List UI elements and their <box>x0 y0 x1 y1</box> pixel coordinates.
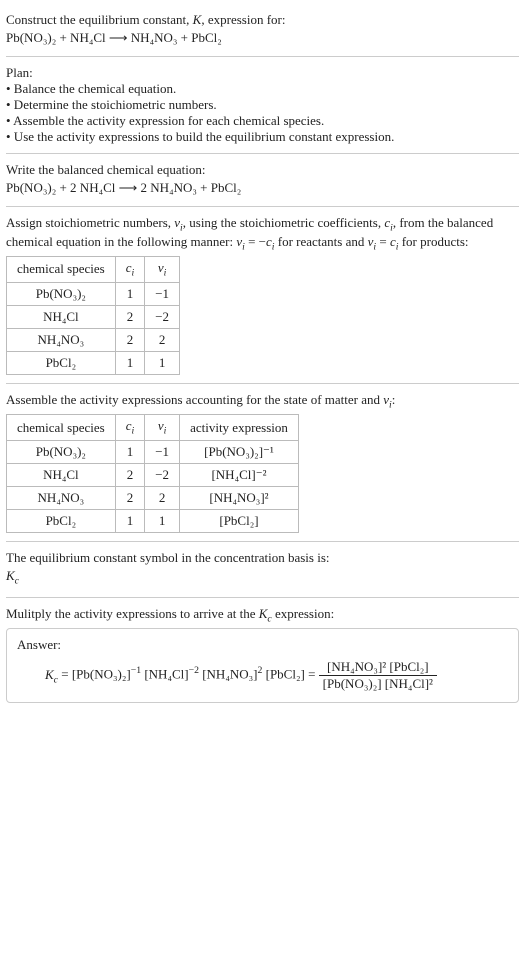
intro-section: Construct the equilibrium constant, K, e… <box>6 4 519 54</box>
cell-vi: −2 <box>145 305 180 328</box>
activity-section: Assemble the activity expressions accoun… <box>6 386 519 539</box>
table-row: Pb(NO₃)₂1−1 <box>7 282 180 305</box>
cell-vi: −1 <box>145 440 180 463</box>
cell-vi: 1 <box>145 509 180 532</box>
cell-ci: 2 <box>115 305 145 328</box>
plan-section: Plan: • Balance the chemical equation. •… <box>6 59 519 151</box>
cell-species: NH₄Cl <box>7 463 116 486</box>
cell-species: PbCl₂ <box>7 351 116 374</box>
cell-species: Pb(NO₃)₂ <box>7 440 116 463</box>
cell-vi: 2 <box>145 328 180 351</box>
col-activity: activity expression <box>180 415 299 441</box>
cell-vi: 1 <box>145 351 180 374</box>
cell-vi: 2 <box>145 486 180 509</box>
fraction-numerator: [NH₄NO₃]² [PbCl₂] <box>319 659 437 676</box>
table-row: NH₄NO₃22[NH₄NO₃]² <box>7 486 299 509</box>
cell-species: NH₄Cl <box>7 305 116 328</box>
activity-table: chemical species ci νi activity expressi… <box>6 414 299 533</box>
col-vi: νi <box>145 415 180 441</box>
col-ci: ci <box>115 415 145 441</box>
table-header-row: chemical species ci νi <box>7 257 180 283</box>
cell-ci: 2 <box>115 328 145 351</box>
plan-bullet: • Balance the chemical equation. <box>6 81 519 97</box>
kc-symbol-section: The equilibrium constant symbol in the c… <box>6 544 519 595</box>
multiply-text: Mulitply the activity expressions to arr… <box>6 606 519 625</box>
kc-symbol-text: The equilibrium constant symbol in the c… <box>6 550 519 566</box>
cell-vi: −2 <box>145 463 180 486</box>
plan-bullet: • Determine the stoichiometric numbers. <box>6 97 519 113</box>
plan-bullet: • Assemble the activity expression for e… <box>6 113 519 129</box>
kc-symbol: Kc <box>6 568 519 587</box>
answer-fraction: [NH₄NO₃]² [PbCl₂] [Pb(NO₃)₂] [NH₄Cl]² <box>319 659 437 692</box>
table-row: NH₄NO₃22 <box>7 328 180 351</box>
answer-expression: Kc = [Pb(NO₃)₂]−1 [NH₄Cl]−2 [NH₄NO₃]2 [P… <box>17 659 508 692</box>
cell-ci: 1 <box>115 351 145 374</box>
plan-heading: Plan: <box>6 65 519 81</box>
multiply-section: Mulitply the activity expressions to arr… <box>6 600 519 710</box>
intro-equation: Pb(NO₃)₂ + NH₄Cl ⟶ NH₄NO₃ + PbCl₂ <box>6 30 519 46</box>
stoich-text: Assign stoichiometric numbers, νi, using… <box>6 215 519 252</box>
cell-vi: −1 <box>145 282 180 305</box>
activity-text: Assemble the activity expressions accoun… <box>6 392 519 411</box>
table-row: PbCl₂11[PbCl₂] <box>7 509 299 532</box>
cell-activity: [NH₄Cl]⁻² <box>180 463 299 486</box>
cell-species: PbCl₂ <box>7 509 116 532</box>
col-vi: νi <box>145 257 180 283</box>
cell-ci: 1 <box>115 509 145 532</box>
table-row: Pb(NO₃)₂1−1[Pb(NO₃)₂]⁻¹ <box>7 440 299 463</box>
plan-bullet: • Use the activity expressions to build … <box>6 129 519 145</box>
divider <box>6 206 519 207</box>
cell-ci: 1 <box>115 282 145 305</box>
fraction-denominator: [Pb(NO₃)₂] [NH₄Cl]² <box>319 676 437 692</box>
balanced-section: Write the balanced chemical equation: Pb… <box>6 156 519 204</box>
balanced-equation: Pb(NO₃)₂ + 2 NH₄Cl ⟶ 2 NH₄NO₃ + PbCl₂ <box>6 180 519 196</box>
answer-label: Answer: <box>17 637 508 653</box>
divider <box>6 56 519 57</box>
cell-activity: [PbCl₂] <box>180 509 299 532</box>
answer-box: Answer: Kc = [Pb(NO₃)₂]−1 [NH₄Cl]−2 [NH₄… <box>6 628 519 703</box>
stoich-section: Assign stoichiometric numbers, νi, using… <box>6 209 519 381</box>
cell-ci: 1 <box>115 440 145 463</box>
table-row: PbCl₂11 <box>7 351 180 374</box>
divider <box>6 383 519 384</box>
col-species: chemical species <box>7 415 116 441</box>
balanced-heading: Write the balanced chemical equation: <box>6 162 519 178</box>
cell-activity: [Pb(NO₃)₂]⁻¹ <box>180 440 299 463</box>
cell-activity: [NH₄NO₃]² <box>180 486 299 509</box>
col-ci: ci <box>115 257 145 283</box>
intro-text: Construct the equilibrium constant, K, e… <box>6 12 285 27</box>
col-species: chemical species <box>7 257 116 283</box>
table-row: NH₄Cl2−2 <box>7 305 180 328</box>
divider <box>6 597 519 598</box>
cell-species: NH₄NO₃ <box>7 486 116 509</box>
divider <box>6 153 519 154</box>
stoich-table: chemical species ci νi Pb(NO₃)₂1−1 NH₄Cl… <box>6 256 180 375</box>
cell-species: Pb(NO₃)₂ <box>7 282 116 305</box>
table-header-row: chemical species ci νi activity expressi… <box>7 415 299 441</box>
cell-species: NH₄NO₃ <box>7 328 116 351</box>
table-row: NH₄Cl2−2[NH₄Cl]⁻² <box>7 463 299 486</box>
cell-ci: 2 <box>115 486 145 509</box>
divider <box>6 541 519 542</box>
cell-ci: 2 <box>115 463 145 486</box>
